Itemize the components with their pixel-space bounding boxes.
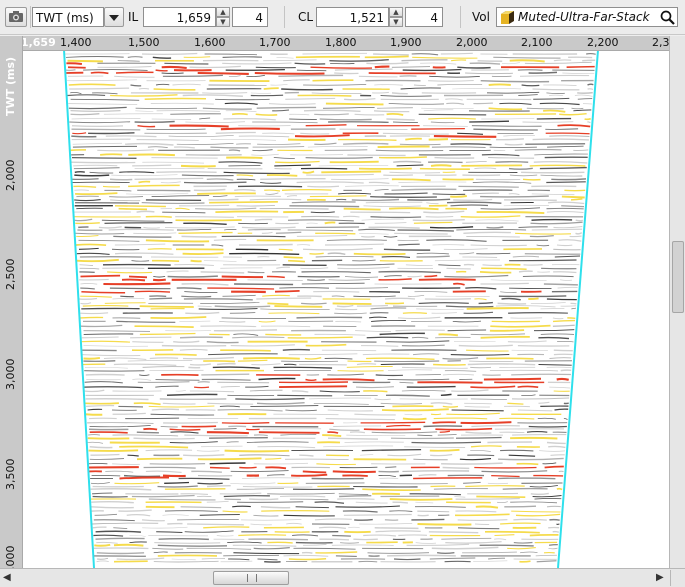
x-tick-label: 1,600 — [194, 36, 226, 49]
x-tick-label: 2,200 — [587, 36, 619, 49]
camera-icon — [9, 11, 23, 22]
y-tick-label: 3,000 — [4, 358, 17, 391]
horizontal-scrollbar[interactable]: ◀ ▶ — [0, 568, 685, 587]
cl-spin-up-button[interactable]: ▲ — [389, 7, 403, 17]
il-spin-down-button[interactable]: ▼ — [216, 17, 230, 27]
seismic-section-image — [63, 49, 599, 568]
scroll-corner — [670, 570, 685, 586]
il-label: IL — [128, 10, 139, 24]
volume-name: Muted-Ultra-Far-Stack — [518, 10, 650, 24]
cl-input[interactable]: 1,521 — [316, 7, 389, 27]
y-tick-label: 4,000 — [4, 545, 17, 569]
seismic-reflectors — [64, 52, 596, 563]
cl-step-input[interactable]: 4 — [405, 7, 443, 27]
il-input[interactable]: 1,659 — [143, 7, 216, 27]
grip-icon — [247, 574, 257, 582]
scroll-left-icon[interactable]: ◀ — [3, 572, 11, 583]
chevron-down-icon[interactable] — [104, 7, 124, 27]
x-tick-label: 2,000 — [456, 36, 488, 49]
x-tick-label: 1,800 — [325, 36, 357, 49]
y-axis-label: TWT (ms) — [4, 56, 17, 116]
toolbar-separator — [460, 6, 461, 28]
section-toolbar: TWT (ms) IL 1,659 ▲ ▼ 4 CL 1,521 ▲ ▼ 4 V… — [0, 0, 685, 35]
toolbar-separator — [30, 6, 31, 28]
volume-cube-icon — [501, 11, 514, 24]
scroll-right-icon[interactable]: ▶ — [656, 572, 664, 583]
volume-selector[interactable]: Muted-Ultra-Far-Stack — [496, 7, 678, 27]
domain-select[interactable]: TWT (ms) — [32, 7, 124, 27]
vertical-scroll-thumb[interactable] — [672, 241, 684, 313]
right-boundary-line — [557, 49, 599, 568]
il-step-input[interactable]: 4 — [232, 7, 268, 27]
x-axis-ticks: 1,400 1,500 1,600 1,700 1,800 1,900 2,00… — [0, 36, 684, 50]
y-tick-label: 3,500 — [4, 458, 17, 491]
cl-label: CL — [298, 10, 314, 24]
toolbar-separator — [284, 6, 285, 28]
y-tick-label: 2,000 — [4, 159, 17, 192]
vertical-scrollbar[interactable] — [669, 36, 685, 568]
domain-select-value: TWT (ms) — [32, 7, 104, 27]
horizontal-scroll-thumb[interactable] — [213, 571, 289, 585]
vol-label: Vol — [472, 10, 490, 24]
snapshot-button[interactable] — [5, 7, 27, 27]
x-tick-label: 1,900 — [390, 36, 422, 49]
y-tick-label: 2,500 — [4, 258, 17, 291]
search-icon[interactable] — [659, 9, 676, 26]
x-tick-label: 1,500 — [128, 36, 160, 49]
x-tick-label: 2,100 — [521, 36, 553, 49]
x-tick-label: 1,400 — [60, 36, 92, 49]
seismic-section-view[interactable]: 1,400 1,500 1,600 1,700 1,800 1,900 2,00… — [0, 36, 685, 568]
x-tick-label: 1,700 — [259, 36, 291, 49]
il-spin-up-button[interactable]: ▲ — [216, 7, 230, 17]
cl-spin-down-button[interactable]: ▼ — [389, 17, 403, 27]
